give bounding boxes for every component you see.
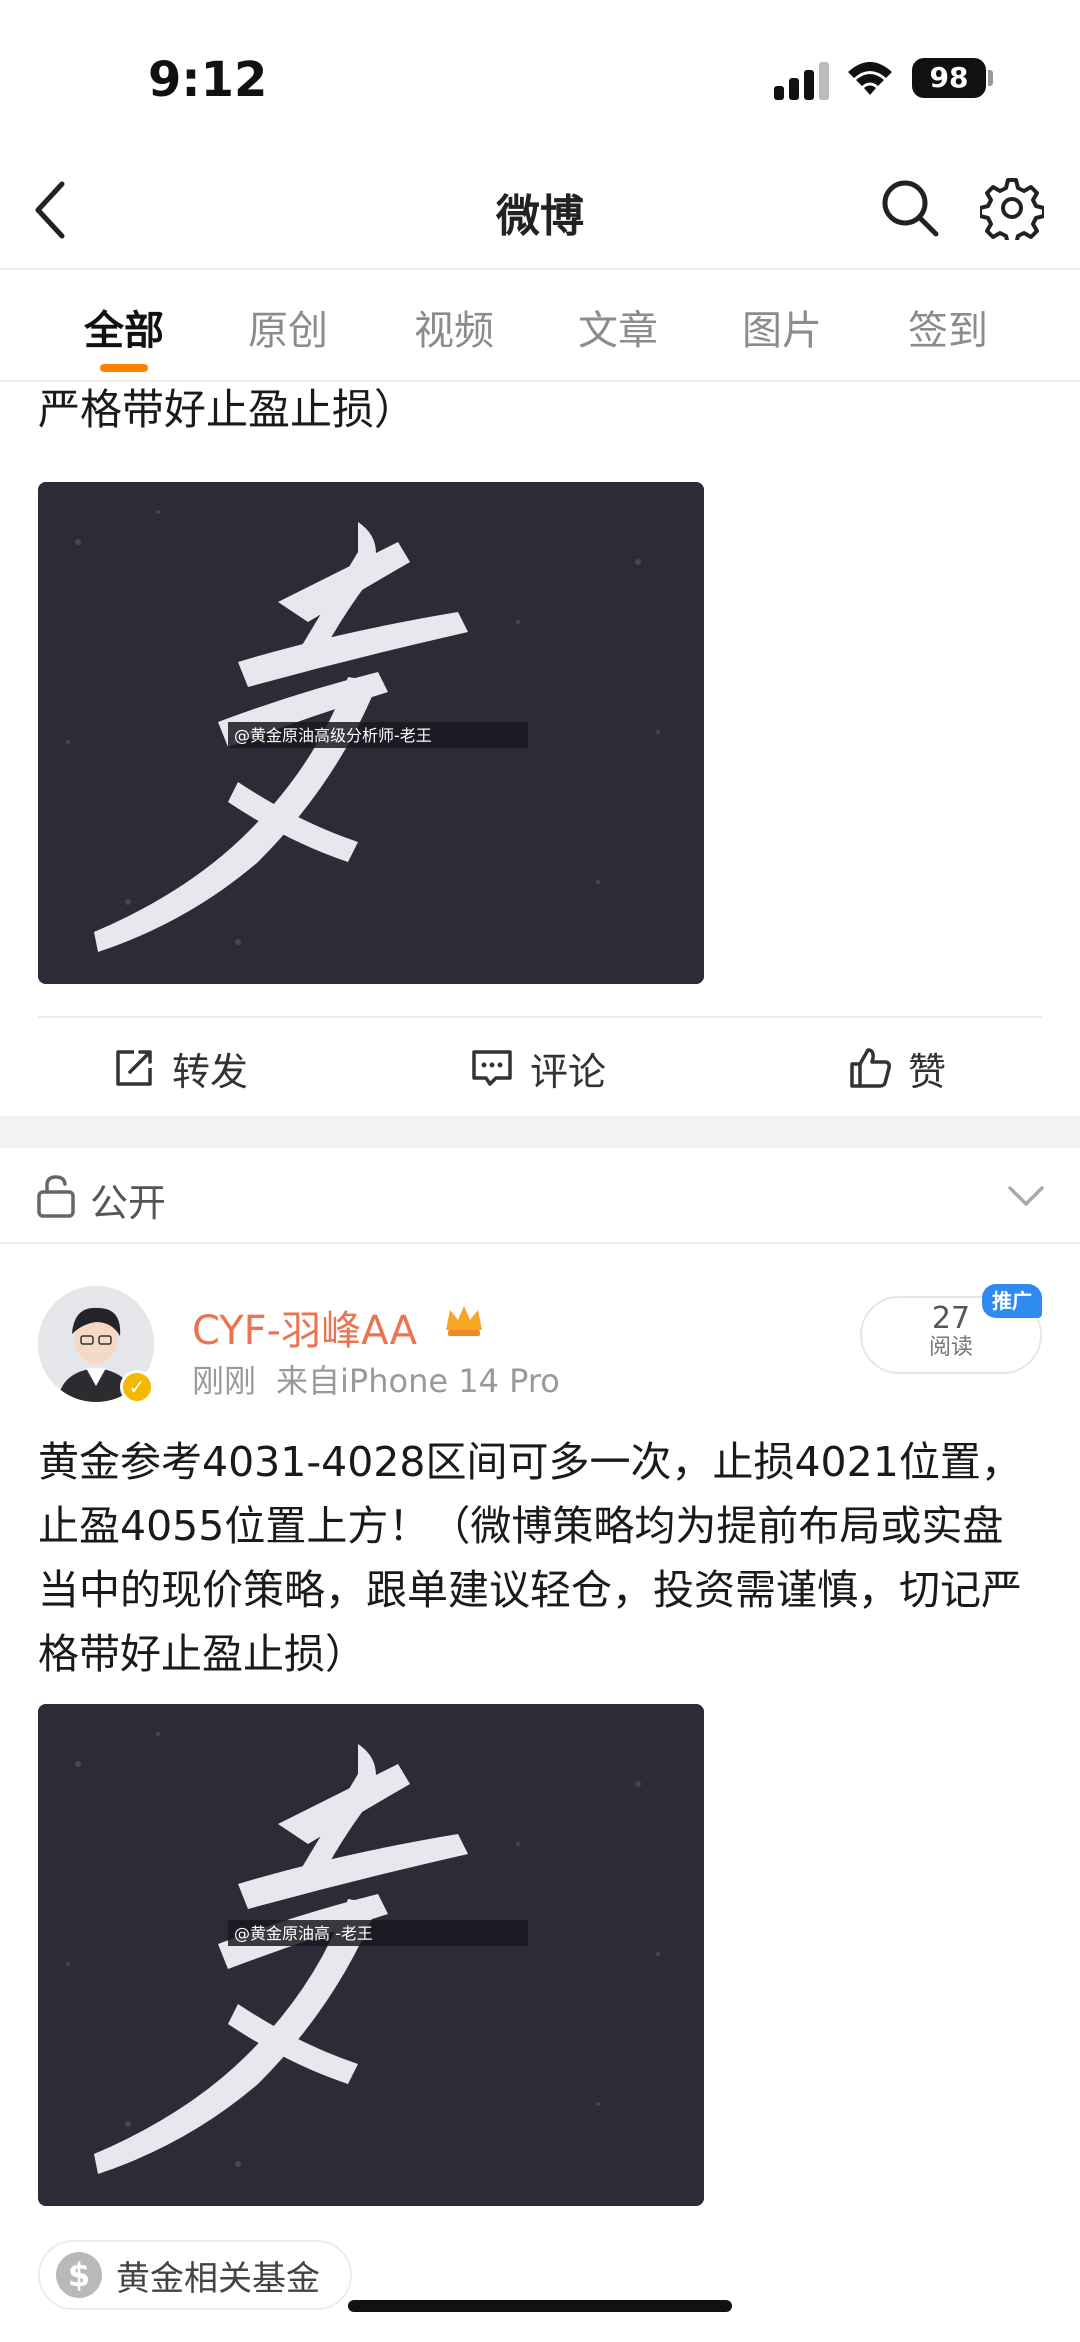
cellular-signal-icon <box>774 62 829 100</box>
home-indicator[interactable] <box>348 2300 732 2312</box>
gear-icon[interactable] <box>980 176 1044 240</box>
calligraphy-image: @黄金原油高级分析师-老王 <box>38 482 704 984</box>
image-watermark: @黄金原油高级分析师-老王 <box>234 726 432 745</box>
visibility-label: 公开 <box>90 1181 167 1225</box>
fund-chip-label: 黄金相关基金 <box>116 2258 320 2299</box>
verified-badge-icon: ✓ <box>120 1370 154 1404</box>
dollar-icon: $ <box>56 2252 102 2298</box>
like-button[interactable]: 赞 <box>848 1040 946 1096</box>
post-text: 黄金参考4031-4028区间可多一次，止损4021位置，止盈4055位置上方！… <box>38 1438 1022 1678</box>
tab-video[interactable]: 视频 <box>384 298 524 356</box>
image-watermark: @黄金原油高 -老王 <box>234 1924 373 1943</box>
tab-original[interactable]: 原创 <box>218 298 358 356</box>
status-bar: 9:12 98 <box>0 0 1080 150</box>
comment-icon <box>472 1050 512 1086</box>
post-username[interactable]: CYF-羽峰AA <box>192 1298 417 1356</box>
status-time: 9:12 <box>148 52 268 108</box>
battery-tip <box>988 70 993 86</box>
chevron-down-icon[interactable] <box>1004 1178 1048 1214</box>
promo-badge: 推广 <box>982 1284 1042 1318</box>
repost-button[interactable]: 转发 <box>112 1040 248 1096</box>
visibility-row[interactable]: 公开 <box>0 1148 1080 1244</box>
repost-icon <box>116 1050 152 1086</box>
post-meta: 刚刚 来自iPhone 14 Pro <box>192 1356 560 1402</box>
read-label: 阅读 <box>928 1335 973 1360</box>
post-action-bar: 转发 评论 赞 <box>38 1016 1042 1116</box>
comment-button[interactable]: 评论 <box>470 1040 606 1096</box>
post-image[interactable]: @黄金原油高 -老王 <box>38 1704 704 2206</box>
tab-checkin[interactable]: 签到 <box>878 298 1018 356</box>
post-time: 刚刚 <box>192 1362 257 1400</box>
repost-label: 转发 <box>172 1049 249 1094</box>
post-text: 严格带好止盈止损） <box>38 385 417 434</box>
battery-indicator: 98 <box>912 58 986 98</box>
wifi-icon <box>848 62 892 95</box>
active-tab-indicator <box>100 364 148 372</box>
feed-list: 严格带好止盈止损） @黄金原油高级分析师-老王 转发 评论 赞 公开 ✓ CYF… <box>0 384 1080 2342</box>
comment-label: 评论 <box>530 1049 607 1094</box>
post-source: 来自iPhone 14 Pro <box>276 1362 560 1400</box>
post-image[interactable]: @黄金原油高级分析师-老王 <box>38 482 704 984</box>
post-separator <box>0 1116 1080 1148</box>
fund-topic-chip[interactable]: $ 黄金相关基金 <box>38 2240 352 2310</box>
top-nav-bar: 微博 <box>0 150 1080 270</box>
tab-article[interactable]: 文章 <box>548 298 688 356</box>
crown-badge-icon <box>446 1306 482 1336</box>
unlock-icon <box>37 1175 75 1218</box>
like-label: 赞 <box>908 1049 947 1094</box>
tab-all[interactable]: 全部 <box>54 298 194 356</box>
calligraphy-image: @黄金原油高 -老王 <box>38 1704 704 2206</box>
search-icon[interactable] <box>878 176 942 240</box>
filter-tabs: 全部 原创 视频 文章 图片 签到 <box>0 272 1080 382</box>
tab-images[interactable]: 图片 <box>712 298 852 356</box>
thumbs-up-icon <box>850 1048 891 1088</box>
